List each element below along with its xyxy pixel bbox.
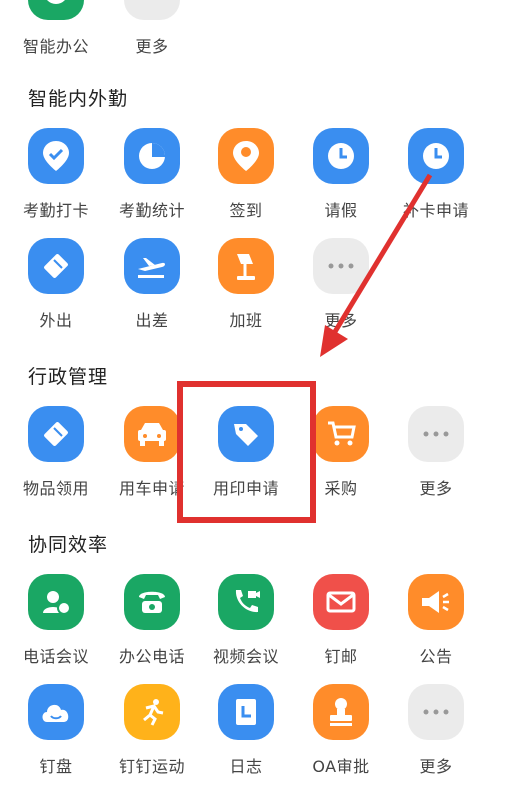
arrow-annotation (320, 173, 433, 357)
annotation-overlay (177, 173, 433, 523)
highlight-box (177, 381, 316, 523)
